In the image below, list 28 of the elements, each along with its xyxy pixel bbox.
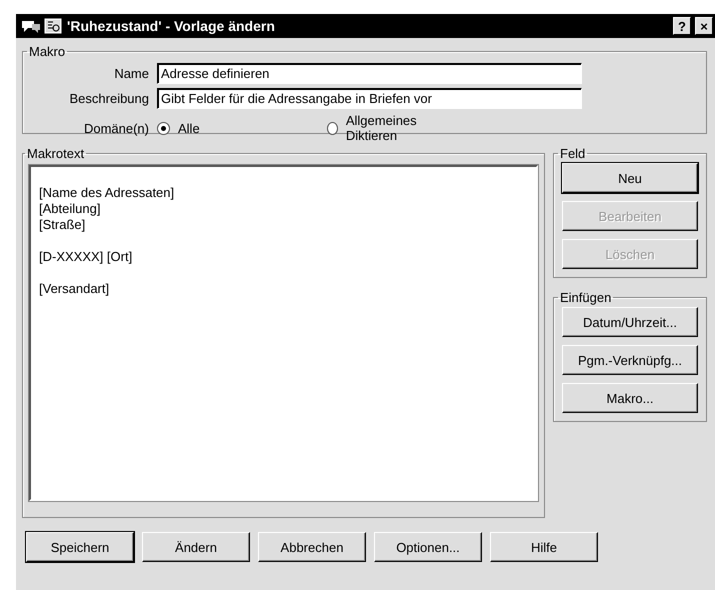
radio-button[interactable]: [157, 122, 170, 134]
field-label: Name: [113, 66, 150, 81]
window-title: 'Ruhezustand' - Vorlage ändern: [67, 18, 276, 34]
document-icon: [44, 18, 62, 34]
radio-label[interactable]: Alle: [178, 120, 200, 136]
close-button[interactable]: ×: [695, 17, 713, 35]
group-label: Feld: [559, 146, 586, 161]
text-field[interactable]: Adresse definieren: [157, 63, 582, 84]
text-field[interactable]: Gibt Felder für die Adressangabe in Briefen vor: [157, 88, 582, 109]
push-button[interactable]: Abbrechen: [258, 532, 366, 562]
group-label: Einfügen: [559, 290, 612, 305]
push-button[interactable]: Makro...: [562, 383, 698, 413]
push-button[interactable]: Speichern: [26, 532, 134, 562]
push-button[interactable]: Ändern: [142, 532, 250, 562]
radio-label[interactable]: Allgemeines Diktieren: [346, 113, 447, 143]
macro-text-area[interactable]: [Name des Adressaten] [Abteilung] [Straße] [D-XXXXX] [Ort] [Versandart]: [29, 165, 538, 501]
field-label: Beschreibung: [68, 91, 150, 106]
group-label: Makro: [28, 44, 66, 59]
field-label: Domäne(n): [82, 120, 150, 136]
push-button[interactable]: Neu: [562, 163, 698, 193]
push-button[interactable]: Hilfe: [490, 532, 598, 562]
push-button[interactable]: Datum/Uhrzeit...: [562, 307, 698, 337]
group-label: Makrotext: [26, 146, 86, 161]
push-button[interactable]: Pgm.-Verknüpfg...: [562, 345, 698, 375]
help-button[interactable]: ?: [673, 17, 691, 35]
push-button[interactable]: Optionen...: [374, 532, 482, 562]
radio-button[interactable]: [327, 122, 338, 134]
speech-bubble-icon: [20, 18, 42, 34]
